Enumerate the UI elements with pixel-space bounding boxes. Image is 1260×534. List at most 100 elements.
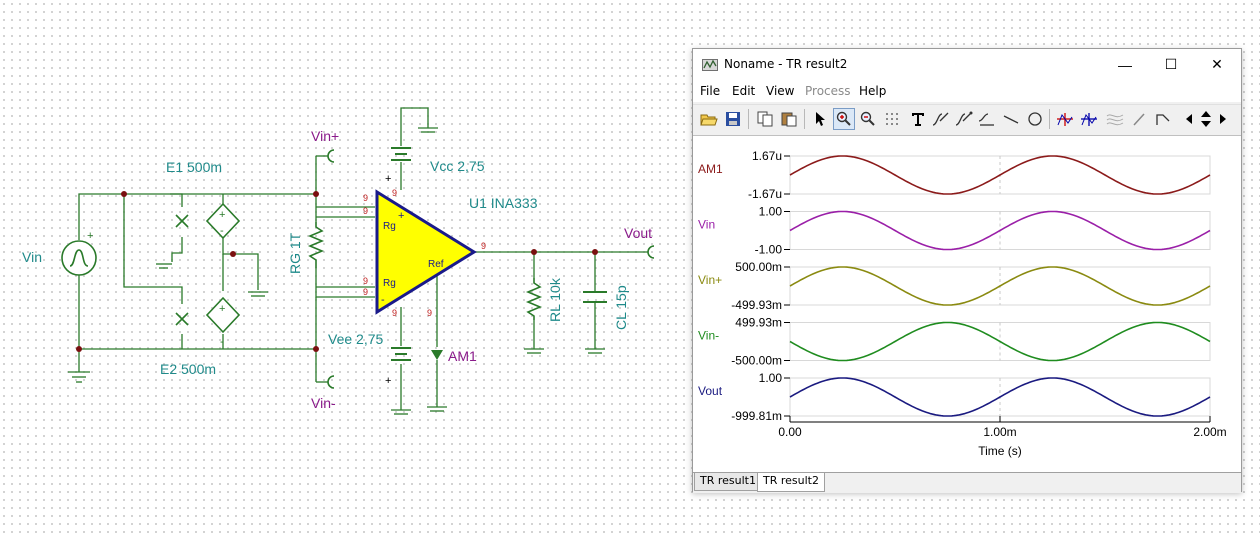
pin-plus-label: + (398, 210, 404, 222)
pin-ref-label: Ref (428, 259, 444, 270)
e1-label: E1 500m (166, 159, 222, 175)
menu-edit[interactable]: Edit (732, 84, 755, 98)
x-axis-label: Time (s) (978, 444, 1022, 458)
pin-number: 9 (363, 193, 368, 203)
vin-minus-terminal (327, 375, 335, 389)
vout-label: Vout (624, 225, 652, 241)
schematic-canvas[interactable]: + + - + - Rg Rg Ref + - 9 9 9 9 9 9 9 9 … (0, 0, 690, 534)
pointer-icon[interactable] (809, 108, 831, 130)
menu-bar: File Edit View Process Help (693, 80, 1241, 102)
rg-label: RG 1T (287, 232, 303, 274)
menu-view[interactable]: View (766, 84, 794, 98)
text-tool-icon[interactable] (907, 108, 929, 130)
series-label: Vin- (698, 329, 719, 343)
minimize-button[interactable]: — (1102, 49, 1148, 80)
scroll-right-icon[interactable] (1216, 108, 1230, 130)
x-tick-label: 0.00 (778, 425, 802, 439)
tab-tr-result2[interactable]: TR result2 (757, 473, 825, 492)
zoom-in-icon[interactable] (833, 108, 855, 130)
pin-number: 9 (392, 188, 397, 198)
y-max-tick-label: 500.00m (735, 260, 782, 274)
menu-help[interactable]: Help (859, 84, 886, 98)
save-icon[interactable] (722, 108, 744, 130)
y-min-tick-label: -499.93m (731, 298, 782, 312)
circle-tool-icon[interactable] (1024, 108, 1046, 130)
open-folder-icon[interactable] (698, 108, 720, 130)
title-bar[interactable]: Noname - TR result2 — ☐ ✕ (693, 49, 1241, 80)
am1-label: AM1 (448, 348, 477, 364)
y-min-tick-label: -500.00m (731, 354, 782, 368)
waveform-plot[interactable]: 1.67u -1.67u AM1 1.00 -1.00 Vin 500.00m -499.93… (693, 136, 1241, 473)
pin-number: 9 (392, 308, 397, 318)
e2-plus: + (219, 303, 225, 315)
y-max-tick-label: 1.00 (759, 205, 783, 219)
e2-label: E2 500m (160, 361, 216, 377)
y-min-tick-label: -999.81m (731, 409, 782, 423)
y-min-tick-label: -1.00 (755, 243, 783, 257)
cursor-a-icon[interactable] (1054, 108, 1076, 130)
toolbar-separator (1049, 109, 1050, 129)
curve-label-icon[interactable] (930, 108, 952, 130)
toolbar (693, 104, 1241, 136)
cl-capacitor[interactable] (583, 291, 607, 303)
vcc-label: Vcc 2,75 (430, 158, 485, 174)
y-max-tick-label: 499.93m (735, 316, 782, 330)
y-max-tick-label: 1.00 (759, 371, 783, 385)
vee-plus-sign: + (385, 375, 391, 387)
vin-plus-terminal (327, 149, 335, 163)
tab-tr-result1[interactable]: TR result1 (694, 473, 762, 491)
toolbar-separator (748, 109, 749, 129)
tr-result-window[interactable]: Noname - TR result2 — ☐ ✕ File Edit View… (692, 48, 1242, 493)
vout-terminal (647, 245, 655, 259)
vin-plus-label: Vin+ (311, 128, 339, 144)
menu-process[interactable]: Process (805, 84, 851, 98)
series-label: Vin (698, 218, 715, 232)
vin-label: Vin (22, 249, 42, 265)
pin-number: 9 (363, 287, 368, 297)
vee-battery[interactable] (391, 347, 411, 361)
close-button[interactable]: ✕ (1194, 49, 1240, 80)
vee-label: Vee 2,75 (328, 331, 383, 347)
pin-rg-bottom-label: Rg (383, 278, 396, 289)
u1-opamp[interactable]: Rg Rg Ref + - (375, 189, 477, 315)
am1-ammeter[interactable] (431, 350, 443, 360)
plot-area[interactable]: 1.67u -1.67u AM1 1.00 -1.00 Vin 500.00m -499.93… (693, 135, 1241, 473)
e2-minus: - (220, 336, 224, 348)
e1-source[interactable]: + - (175, 202, 241, 240)
series-label: Vin+ (698, 273, 722, 287)
rl-resistor[interactable] (525, 278, 543, 320)
cursor-b-icon[interactable] (1078, 108, 1100, 130)
menu-file[interactable]: File (700, 84, 720, 98)
maximize-button[interactable]: ☐ (1148, 49, 1194, 80)
line-tool-icon[interactable] (1000, 108, 1022, 130)
pin-rg-top-label: Rg (383, 221, 396, 232)
grid-icon[interactable] (881, 108, 903, 130)
curve-arrow-icon[interactable] (976, 108, 998, 130)
result-tabs: TR result1 TR result2 (693, 472, 1241, 493)
pin-minus-label: - (381, 294, 385, 306)
probe-icon[interactable] (1128, 108, 1150, 130)
pin-number: 9 (363, 276, 368, 286)
step-icon[interactable] (1152, 108, 1174, 130)
vin-minus-label: Vin- (311, 395, 336, 411)
pin-number: 9 (363, 206, 368, 216)
vcc-plus-sign: + (385, 173, 391, 185)
vcc-battery[interactable] (391, 147, 411, 161)
scroll-left-icon[interactable] (1182, 108, 1196, 130)
rg-resistor[interactable] (307, 222, 325, 268)
paste-icon[interactable] (778, 108, 800, 130)
waves-icon[interactable] (1104, 108, 1126, 130)
pin-number: 9 (427, 308, 432, 318)
y-max-tick-label: 1.67u (752, 149, 782, 163)
zoom-out-icon[interactable] (857, 108, 879, 130)
series-label: Vout (698, 384, 723, 398)
copy-icon[interactable] (754, 108, 776, 130)
x-tick-label: 1.00m (983, 425, 1016, 439)
x-tick-label: 2.00m (1193, 425, 1226, 439)
scroll-up-down-icon[interactable] (1198, 108, 1214, 130)
e1-minus: - (220, 225, 224, 237)
toolbar-separator (804, 109, 805, 129)
e2-source[interactable]: + - (175, 296, 241, 348)
cl-label: CL 15p (613, 285, 629, 330)
curve-marker-icon[interactable] (953, 108, 975, 130)
